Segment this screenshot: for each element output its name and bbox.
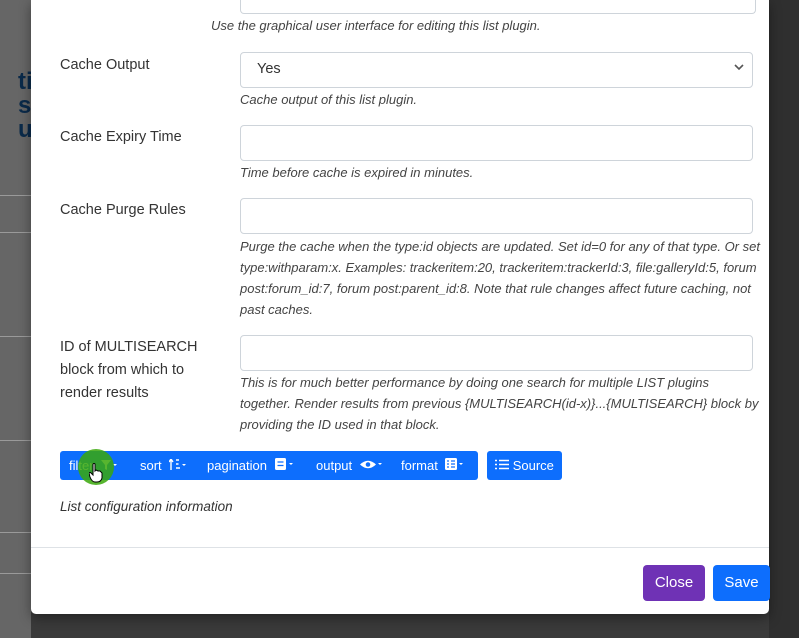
close-button[interactable]: Close — [643, 565, 705, 601]
sort-icon — [168, 457, 187, 473]
cache-output-label: Cache Output — [60, 57, 150, 73]
source-button[interactable]: Source — [487, 451, 562, 480]
gui-field-bottom-edge[interactable] — [240, 0, 756, 14]
cache-expiry-help: Time before cache is expired in minutes. — [240, 165, 474, 180]
chevron-down-icon — [734, 62, 744, 75]
cache-output-select[interactable]: Yes — [240, 52, 753, 88]
cache-purge-input[interactable] — [240, 198, 753, 234]
cache-expiry-label: Cache Expiry Time — [60, 129, 182, 145]
multisearch-help: This is for much better performance by d… — [240, 375, 759, 432]
pagination-icon — [274, 458, 295, 473]
sort-menu[interactable]: sort — [140, 451, 187, 480]
save-button[interactable]: Save — [713, 565, 770, 601]
cache-output-help: Cache output of this list plugin. — [240, 92, 418, 107]
output-label: output — [316, 458, 353, 473]
multisearch-input[interactable] — [240, 335, 753, 371]
format-icon — [445, 458, 465, 473]
hand-cursor-icon — [88, 463, 103, 483]
modal-footer-divider — [31, 547, 769, 548]
cache-purge-help: Purge the cache when the type:id objects… — [240, 239, 760, 317]
pagination-menu[interactable]: pagination — [207, 451, 295, 480]
cache-output-value: Yes — [257, 61, 281, 77]
eye-icon — [359, 459, 382, 473]
output-menu[interactable]: output — [316, 451, 382, 480]
list-plugin-modal: Use the graphical user interface for edi… — [31, 0, 770, 614]
format-menu[interactable]: format — [401, 451, 465, 480]
cache-expiry-input[interactable] — [240, 125, 753, 161]
background-right-strip — [769, 0, 799, 638]
list-config-info: List configuration information — [60, 499, 233, 514]
source-label: Source — [512, 458, 554, 473]
multisearch-label: ID of MULTISEARCH block from which to re… — [60, 339, 198, 401]
cache-purge-label: Cache Purge Rules — [60, 202, 186, 218]
pagination-label: pagination — [207, 458, 267, 473]
gui-help-text: Use the graphical user interface for edi… — [211, 18, 541, 33]
sort-label: sort — [140, 458, 162, 473]
list-config-toolbar: filter sort pagination output format — [60, 451, 478, 480]
list-icon — [495, 458, 513, 473]
background-bottom-strip — [31, 614, 769, 638]
format-label: format — [401, 458, 438, 473]
background-page-text: ti s u — [18, 70, 32, 142]
